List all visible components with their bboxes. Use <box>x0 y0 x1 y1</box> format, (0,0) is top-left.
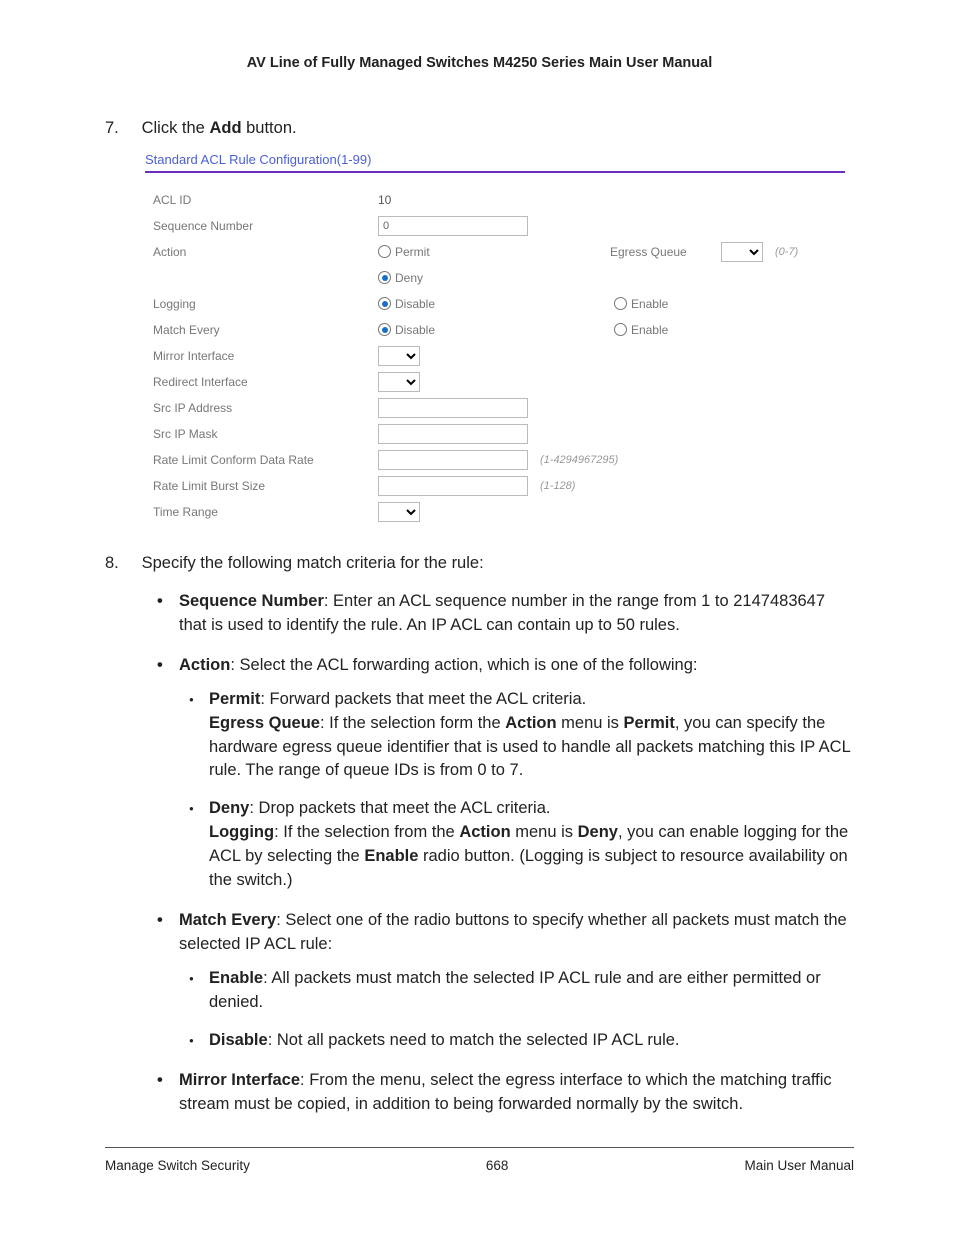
logging-enable-radio[interactable]: Enable <box>614 297 668 311</box>
rate-data-input[interactable] <box>378 450 528 470</box>
value-acl-id: 10 <box>378 193 391 207</box>
match-criteria-list: Sequence Number: Enter an ACL sequence n… <box>157 590 854 1117</box>
radio-icon <box>378 323 391 336</box>
panel-title: Standard ACL Rule Configuration(1-99) <box>145 152 845 173</box>
label-mirror-interface: Mirror Interface <box>153 349 378 363</box>
redirect-interface-select[interactable] <box>378 372 420 392</box>
row-rate-data: Rate Limit Conform Data Rate (1-42949672… <box>153 447 845 472</box>
mirror-interface-select[interactable] <box>378 346 420 366</box>
match-every-enable-radio[interactable]: Enable <box>614 323 668 337</box>
logging-disable-radio[interactable]: Disable <box>378 297 435 311</box>
radio-icon <box>614 323 627 336</box>
label-rate-burst: Rate Limit Burst Size <box>153 479 378 493</box>
label-rate-data: Rate Limit Conform Data Rate <box>153 453 378 467</box>
footer: Manage Switch Security 668 Main User Man… <box>105 1158 854 1173</box>
step-7: 7. Click the Add button. <box>105 119 854 138</box>
row-src-ip-mask: Src IP Mask <box>153 421 845 446</box>
list-item: Sequence Number: Enter an ACL sequence n… <box>157 590 854 638</box>
list-item: Enable: All packets must match the selec… <box>185 967 854 1015</box>
step-8-num: 8. <box>105 552 137 576</box>
time-range-select[interactable] <box>378 502 420 522</box>
row-match-every: Match Every Disable Enable <box>153 317 845 342</box>
row-action-deny: Deny <box>153 265 845 290</box>
list-item: Deny: Drop packets that meet the ACL cri… <box>185 797 854 893</box>
row-mirror-interface: Mirror Interface <box>153 343 845 368</box>
rate-data-hint: (1-4294967295) <box>540 454 618 466</box>
action-deny-radio[interactable]: Deny <box>378 271 423 285</box>
row-acl-id: ACL ID 10 <box>153 187 845 212</box>
radio-icon <box>378 297 391 310</box>
row-rate-burst: Rate Limit Burst Size (1-128) <box>153 473 845 498</box>
label-egress-queue: Egress Queue <box>610 245 715 259</box>
label-logging: Logging <box>153 297 378 311</box>
match-every-disable-radio[interactable]: Disable <box>378 323 435 337</box>
label-match-every: Match Every <box>153 323 378 337</box>
egress-queue-select[interactable] <box>721 242 763 262</box>
row-redirect-interface: Redirect Interface <box>153 369 845 394</box>
list-item: Permit: Forward packets that meet the AC… <box>185 688 854 784</box>
src-ip-input[interactable] <box>378 398 528 418</box>
page-number: 668 <box>486 1158 509 1173</box>
acl-config-panel: Standard ACL Rule Configuration(1-99) AC… <box>145 152 845 524</box>
label-time-range: Time Range <box>153 505 378 519</box>
src-ip-mask-input[interactable] <box>378 424 528 444</box>
footer-left: Manage Switch Security <box>105 1158 250 1173</box>
label-src-ip-mask: Src IP Mask <box>153 427 378 441</box>
row-seq-num: Sequence Number <box>153 213 845 238</box>
rate-burst-hint: (1-128) <box>540 480 575 492</box>
list-item: Match Every: Select one of the radio but… <box>157 909 854 1053</box>
step-7-num: 7. <box>105 119 137 138</box>
egress-queue-hint: (0-7) <box>775 246 798 258</box>
label-redirect-interface: Redirect Interface <box>153 375 378 389</box>
action-permit-radio[interactable]: Permit <box>378 245 430 259</box>
label-src-ip: Src IP Address <box>153 401 378 415</box>
step-8-text: Specify the following match criteria for… <box>142 554 484 572</box>
footer-divider <box>105 1147 854 1148</box>
list-item: Disable: Not all packets need to match t… <box>185 1029 854 1053</box>
label-acl-id: ACL ID <box>153 193 378 207</box>
list-item: Action: Select the ACL forwarding action… <box>157 654 854 893</box>
step-7-text: Click the Add button. <box>142 119 297 137</box>
rate-burst-input[interactable] <box>378 476 528 496</box>
radio-icon <box>378 271 391 284</box>
row-src-ip: Src IP Address <box>153 395 845 420</box>
label-action: Action <box>153 245 378 259</box>
label-seq-num: Sequence Number <box>153 219 378 233</box>
radio-icon <box>614 297 627 310</box>
list-item: Mirror Interface: From the menu, select … <box>157 1069 854 1117</box>
footer-right: Main User Manual <box>744 1158 854 1173</box>
step-8: 8. Specify the following match criteria … <box>105 552 854 576</box>
sequence-number-input[interactable] <box>378 216 528 236</box>
doc-header-title: AV Line of Fully Managed Switches M4250 … <box>105 55 854 71</box>
radio-icon <box>378 245 391 258</box>
row-action: Action Permit Egress Queue (0-7) <box>153 239 845 264</box>
row-time-range: Time Range <box>153 499 845 524</box>
row-logging: Logging Disable Enable <box>153 291 845 316</box>
